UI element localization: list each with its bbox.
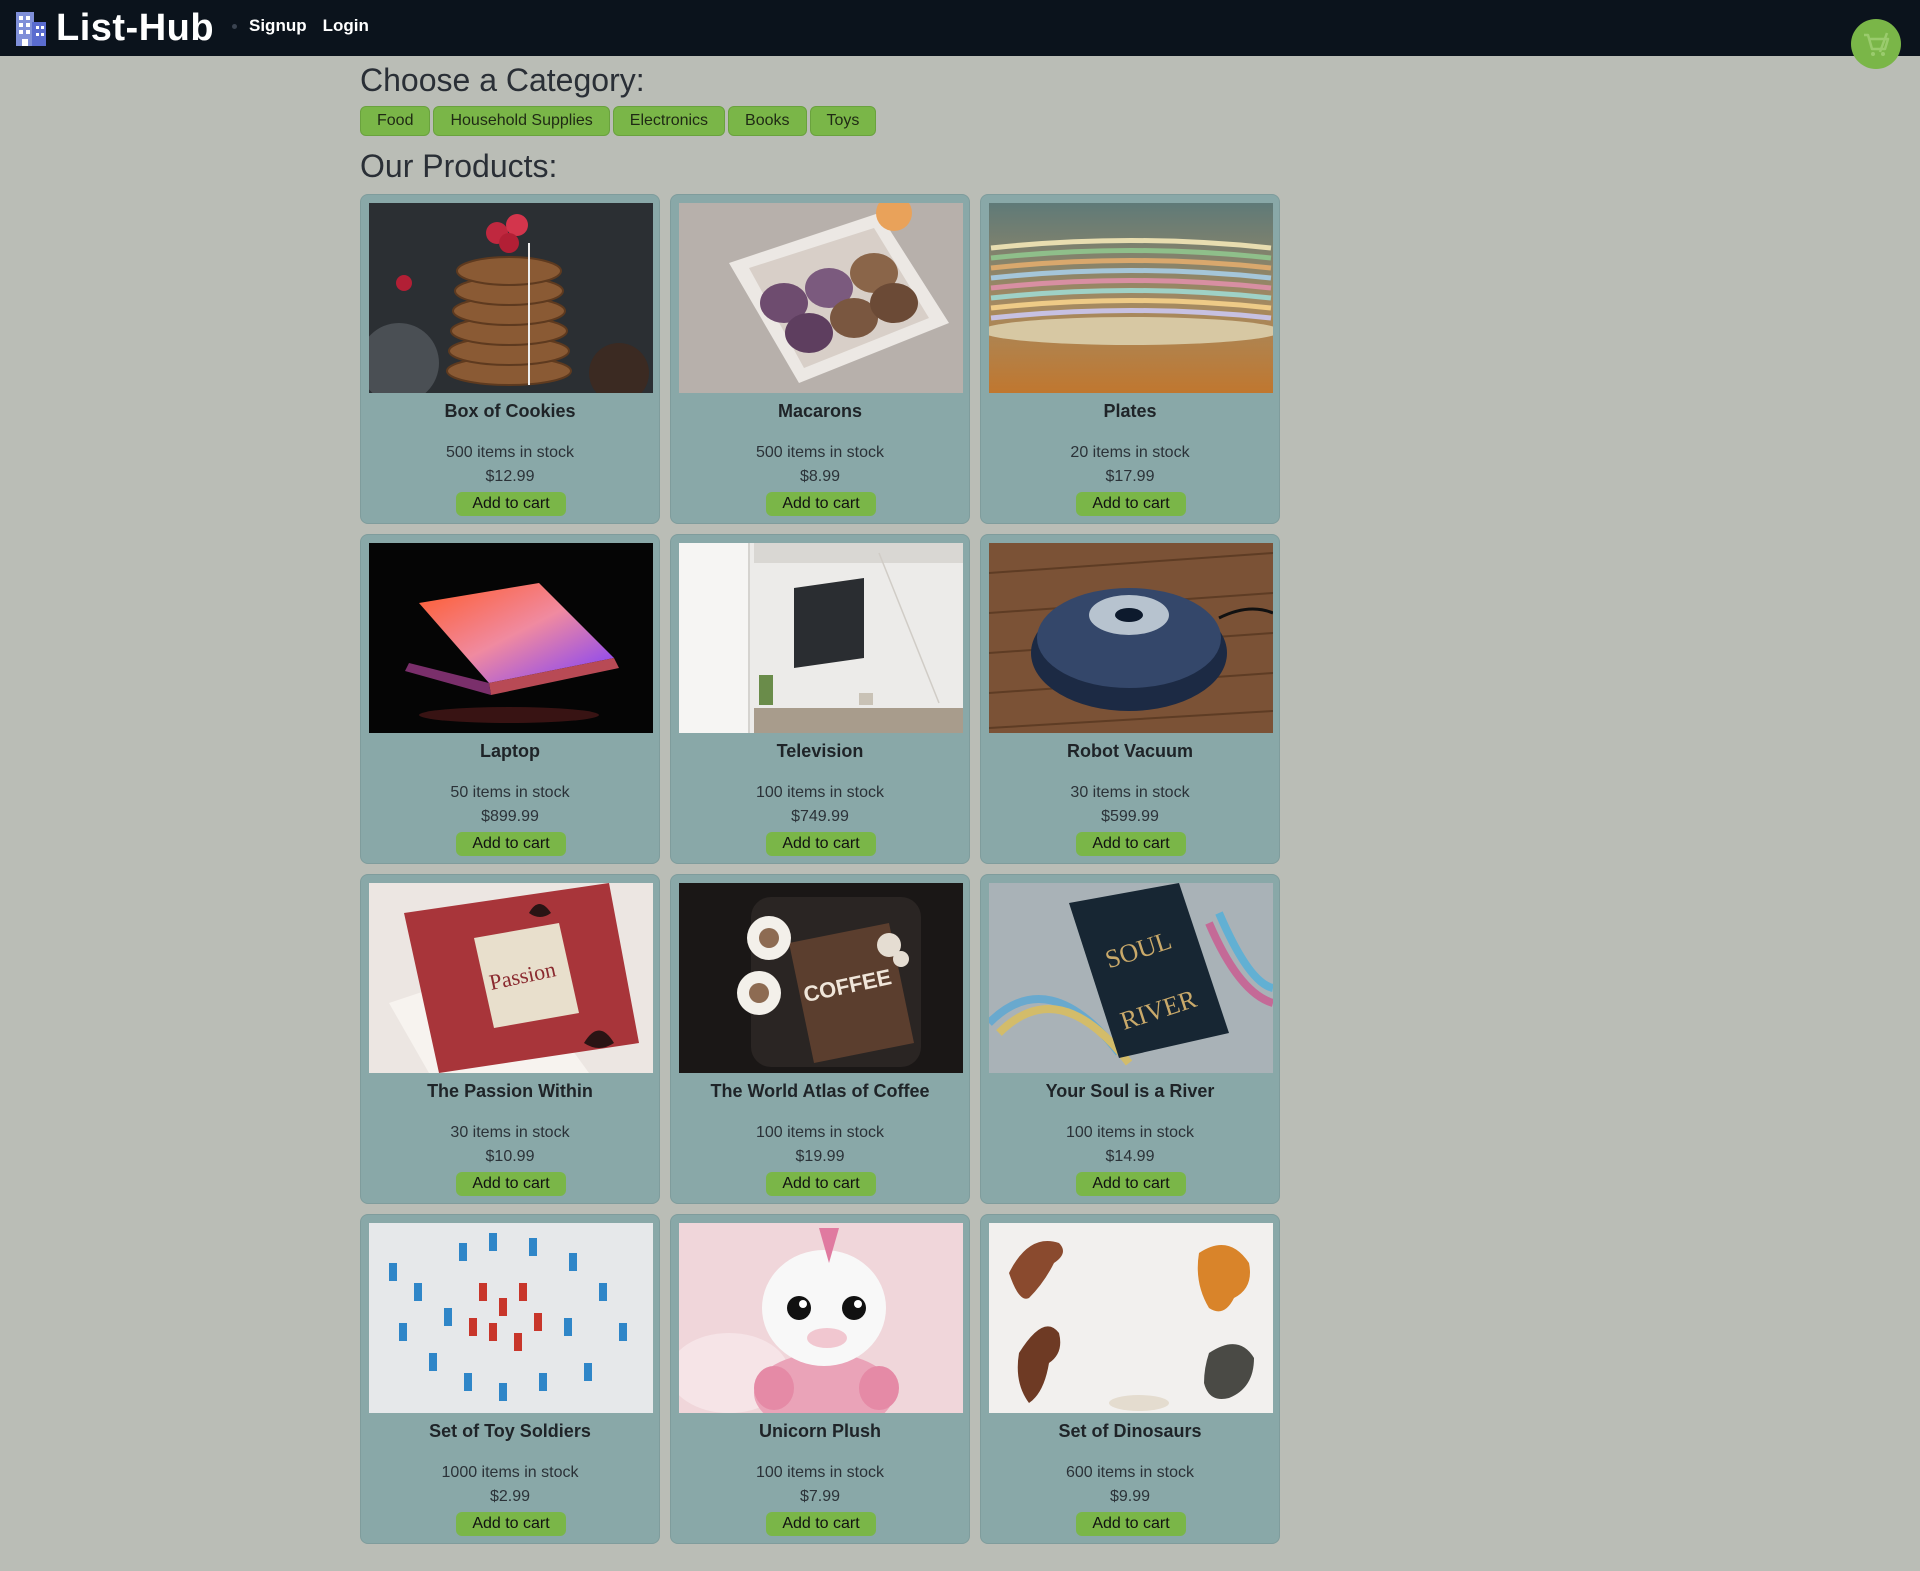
- product-card: Robot Vacuum 30 items in stock $599.99 A…: [980, 534, 1280, 864]
- product-stock: 100 items in stock: [1065, 1124, 1195, 1141]
- product-card: Set of Dinosaurs 600 items in stock $9.9…: [980, 1214, 1280, 1544]
- product-image-laptop[interactable]: [369, 543, 653, 733]
- product-card: SOUL RIVER Your Soul is a River 100 item…: [980, 874, 1280, 1204]
- product-stock: 100 items in stock: [755, 1464, 885, 1481]
- product-name: Robot Vacuum: [1066, 741, 1193, 761]
- signup-link[interactable]: Signup: [249, 16, 307, 36]
- product-card: Television 100 items in stock $749.99 Ad…: [670, 534, 970, 864]
- add-to-cart-button[interactable]: Add to cart: [1076, 1512, 1186, 1536]
- product-name: Set of Dinosaurs: [1058, 1421, 1202, 1441]
- product-price: $749.99: [791, 808, 849, 825]
- product-price: $19.99: [795, 1148, 845, 1165]
- product-name: Your Soul is a River: [1045, 1081, 1215, 1101]
- product-card: Passion The Passion Within 30 items in s…: [360, 874, 660, 1204]
- product-image-macarons[interactable]: [679, 203, 963, 393]
- add-to-cart-button[interactable]: Add to cart: [1076, 1172, 1186, 1196]
- product-name: Laptop: [480, 741, 540, 761]
- cart-button[interactable]: [1851, 19, 1901, 69]
- product-price: $14.99: [1105, 1148, 1155, 1165]
- product-image-unicorn-plush[interactable]: [679, 1223, 963, 1413]
- add-to-cart-button[interactable]: Add to cart: [456, 1172, 566, 1196]
- product-name: Plates: [1103, 401, 1157, 421]
- product-stock: 100 items in stock: [755, 784, 885, 801]
- product-image-soul-is-a-river[interactable]: SOUL RIVER: [989, 883, 1273, 1073]
- product-stock: 20 items in stock: [1070, 444, 1190, 461]
- product-name: Unicorn Plush: [758, 1421, 881, 1441]
- add-to-cart-button[interactable]: Add to cart: [766, 832, 876, 856]
- product-card: Set of Toy Soldiers 1000 items in stock …: [360, 1214, 660, 1544]
- category-books[interactable]: Books: [728, 106, 807, 136]
- product-price: $9.99: [1109, 1488, 1151, 1505]
- nav-links: Signup Login: [232, 16, 369, 36]
- product-price: $8.99: [799, 468, 841, 485]
- product-name: The World Atlas of Coffee: [710, 1081, 930, 1101]
- product-card: Laptop 50 items in stock $899.99 Add to …: [360, 534, 660, 864]
- product-stock: 1000 items in stock: [441, 1464, 579, 1481]
- product-name: The Passion Within: [427, 1081, 593, 1101]
- category-heading: Choose a Category:: [360, 62, 645, 98]
- product-grid: Box of Cookies 500 items in stock $12.99…: [360, 194, 1284, 1544]
- add-to-cart-button[interactable]: Add to cart: [456, 832, 566, 856]
- product-image-dinosaurs[interactable]: [989, 1223, 1273, 1413]
- login-link[interactable]: Login: [323, 16, 369, 36]
- product-image-passion-within[interactable]: Passion: [369, 883, 653, 1073]
- product-image-television[interactable]: [679, 543, 963, 733]
- brand[interactable]: List-Hub: [14, 6, 214, 50]
- product-card: Plates 20 items in stock $17.99 Add to c…: [980, 194, 1280, 524]
- add-to-cart-button[interactable]: Add to cart: [456, 1512, 566, 1536]
- building-icon: [16, 12, 46, 46]
- brand-name: List-Hub: [56, 6, 215, 49]
- add-to-cart-button[interactable]: Add to cart: [456, 492, 566, 516]
- product-price: $10.99: [485, 1148, 535, 1165]
- product-price: $899.99: [481, 808, 539, 825]
- category-household-supplies[interactable]: Household Supplies: [433, 106, 610, 136]
- add-to-cart-button[interactable]: Add to cart: [766, 1512, 876, 1536]
- category-food[interactable]: Food: [360, 106, 431, 136]
- product-stock: 500 items in stock: [755, 444, 885, 461]
- category-list: Food Household Supplies Electronics Book…: [360, 106, 877, 136]
- product-image-atlas-of-coffee[interactable]: COFFEE: [679, 883, 963, 1073]
- product-name: Television: [776, 741, 864, 761]
- top-navbar: List-Hub Signup Login: [0, 0, 1920, 69]
- category-toys[interactable]: Toys: [809, 106, 877, 136]
- product-image-plates[interactable]: [989, 203, 1273, 393]
- product-name: Macarons: [777, 401, 863, 421]
- product-image-toy-soldiers[interactable]: [369, 1223, 653, 1413]
- nav-bullet: [232, 23, 237, 29]
- product-card: Box of Cookies 500 items in stock $12.99…: [360, 194, 660, 524]
- add-to-cart-button[interactable]: Add to cart: [766, 492, 876, 516]
- add-to-cart-button[interactable]: Add to cart: [1076, 832, 1186, 856]
- product-price: $2.99: [489, 1488, 531, 1505]
- cart-icon: [1864, 32, 1890, 56]
- product-card: COFFEE The World Atlas of Coffee 100 ite…: [670, 874, 970, 1204]
- product-name: Set of Toy Soldiers: [429, 1421, 591, 1441]
- product-stock: 600 items in stock: [1065, 1464, 1195, 1481]
- product-image-cookies[interactable]: [369, 203, 653, 393]
- add-to-cart-button[interactable]: Add to cart: [1076, 492, 1186, 516]
- product-price: $7.99: [799, 1488, 841, 1505]
- category-electronics[interactable]: Electronics: [612, 106, 726, 136]
- product-stock: 500 items in stock: [445, 444, 575, 461]
- add-to-cart-button[interactable]: Add to cart: [766, 1172, 876, 1196]
- product-stock: 100 items in stock: [755, 1124, 885, 1141]
- product-stock: 30 items in stock: [1070, 784, 1190, 801]
- product-card: Unicorn Plush 100 items in stock $7.99 A…: [670, 1214, 970, 1544]
- product-name: Box of Cookies: [444, 401, 576, 421]
- product-stock: 30 items in stock: [450, 1124, 570, 1141]
- products-heading: Our Products:: [360, 148, 558, 184]
- product-card: Macarons 500 items in stock $8.99 Add to…: [670, 194, 970, 524]
- product-price: $17.99: [1105, 468, 1155, 485]
- product-price: $599.99: [1101, 808, 1159, 825]
- product-price: $12.99: [485, 468, 535, 485]
- product-stock: 50 items in stock: [450, 784, 570, 801]
- product-image-robot-vacuum[interactable]: [989, 543, 1273, 733]
